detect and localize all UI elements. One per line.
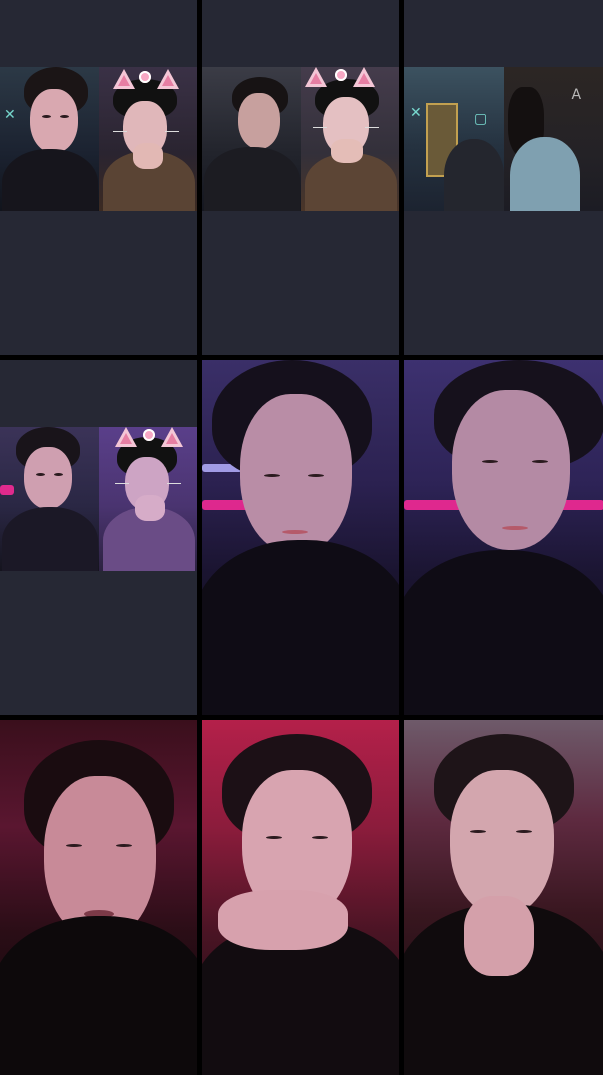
guest-video-woman <box>98 427 197 571</box>
stream-tile-8[interactable] <box>202 720 399 1075</box>
stream-tile-3[interactable]: ✕ ▢ A <box>404 0 603 355</box>
stream-tile-2[interactable] <box>202 0 399 355</box>
guest-video-woman: A <box>503 67 603 211</box>
live-stream-grid: ✕ ✕ ▢ A <box>0 0 603 1075</box>
flower-sticker <box>334 69 347 81</box>
stream-tile-1[interactable]: ✕ <box>0 0 197 355</box>
host-video-man: ✕ <box>0 67 99 211</box>
neon-sign-decoration: A <box>571 87 582 103</box>
stream-tile-4[interactable] <box>0 360 197 715</box>
host-video-man <box>202 67 301 211</box>
neon-sign-decoration: ✕ <box>4 107 16 123</box>
host-video-arcade: ✕ ▢ <box>404 67 504 211</box>
co-host-video-strip <box>202 67 399 211</box>
co-host-video-strip: ✕ <box>0 67 197 211</box>
neon-sign-decoration: ✕ <box>410 105 422 121</box>
host-video-man <box>0 427 99 571</box>
cat-ear-sticker <box>160 427 183 447</box>
co-host-video-strip <box>0 427 197 571</box>
cat-ear-sticker <box>352 67 375 87</box>
cat-ear-sticker <box>114 427 137 447</box>
flower-sticker <box>138 71 151 83</box>
neon-sign-decoration: ▢ <box>474 111 488 127</box>
cat-ear-sticker <box>304 67 327 87</box>
stream-tile-5[interactable] <box>202 360 399 715</box>
stream-tile-7[interactable] <box>0 720 197 1075</box>
cat-ear-sticker <box>156 69 179 89</box>
guest-video-woman <box>98 67 197 211</box>
co-host-video-strip: ✕ ▢ A <box>404 67 603 211</box>
guest-video-woman <box>300 67 399 211</box>
flower-sticker <box>142 429 155 441</box>
stream-tile-9[interactable] <box>404 720 603 1075</box>
stream-tile-6[interactable] <box>404 360 603 715</box>
cat-ear-sticker <box>112 69 135 89</box>
